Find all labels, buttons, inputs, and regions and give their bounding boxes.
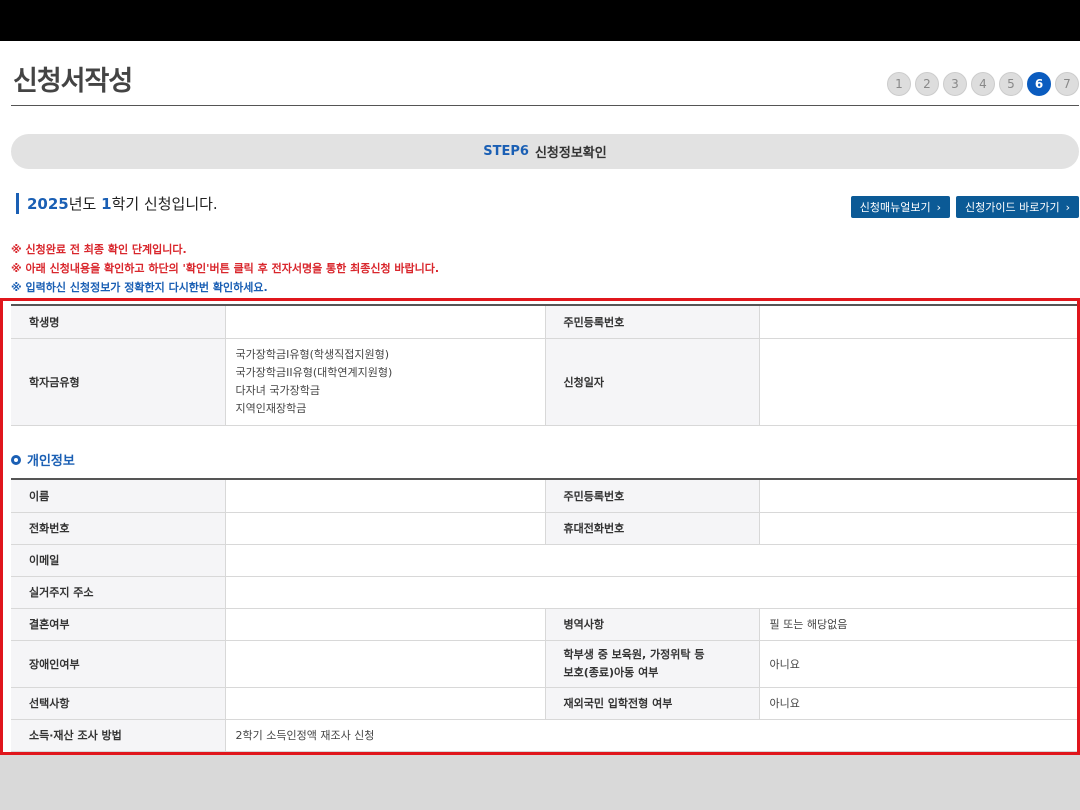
semester-year-suffix: 년도 (68, 195, 102, 213)
page-header: 신청서작성 1 2 3 4 5 6 7 (11, 41, 1079, 106)
notice-item: ※ 아래 신청내용을 확인하고 하단의 '확인'버튼 클릭 후 전자서명을 통한… (11, 262, 440, 275)
highlight-box (0, 298, 1080, 755)
step-title: 신청정보확인 (534, 146, 607, 161)
step-7: 7 (1055, 72, 1079, 96)
step-banner: STEP6 신청정보확인 (11, 134, 1079, 169)
guide-buttons: 신청매뉴얼보기 › 신청가이드 바로가기 › (850, 196, 1079, 218)
step-1: 1 (887, 72, 911, 96)
step-6-current: 6 (1027, 72, 1051, 96)
bottom-gray-area (0, 755, 1080, 810)
guide-button-label: 신청가이드 바로가기 (965, 201, 1060, 214)
top-black-bar (0, 0, 1080, 41)
semester-term-suffix: 학기 신청입니다. (111, 195, 218, 213)
notice-list: ※ 신청완료 전 최종 확인 단계입니다. ※ 아래 신청내용을 확인하고 하단… (11, 240, 439, 297)
guide-button[interactable]: 신청가이드 바로가기 › (956, 196, 1079, 218)
chevron-right-icon: › (936, 200, 942, 214)
step-4: 4 (971, 72, 995, 96)
step-indicator: 1 2 3 4 5 6 7 (887, 72, 1079, 96)
manual-button[interactable]: 신청매뉴얼보기 › (850, 196, 951, 218)
page-title: 신청서작성 (13, 66, 133, 97)
step-3: 3 (943, 72, 967, 96)
notice-item: ※ 신청완료 전 최종 확인 단계입니다. (11, 243, 187, 256)
semester-term: 1 (101, 194, 112, 213)
notice-item: ※ 입력하신 신청정보가 정확한지 다시한번 확인하세요. (11, 281, 268, 294)
semester-year: 2025 (27, 194, 69, 213)
step-5: 5 (999, 72, 1023, 96)
manual-button-label: 신청매뉴얼보기 (859, 201, 931, 214)
step-2: 2 (915, 72, 939, 96)
step-code: STEP6 (483, 144, 529, 159)
semester-heading: 2025 년도 1 학기 신청입니다. (16, 193, 218, 214)
chevron-right-icon: › (1065, 200, 1070, 214)
